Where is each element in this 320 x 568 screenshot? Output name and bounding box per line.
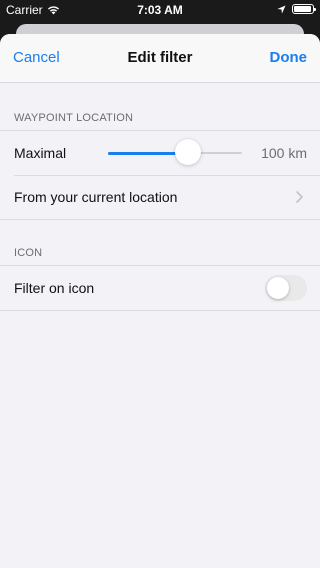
filter-on-icon-row: Filter on icon [0, 266, 320, 310]
slider-thumb[interactable] [175, 139, 202, 165]
filter-on-icon-toggle[interactable] [265, 275, 307, 301]
from-location-label: From your current location [14, 189, 178, 205]
location-arrow-icon [277, 4, 286, 14]
maximal-label: Maximal [14, 145, 67, 161]
navigation-bar: Cancel Edit filter Done [0, 34, 320, 83]
toggle-knob [267, 277, 289, 299]
distance-value: 100 km [261, 145, 307, 161]
waypoint-location-header: WAYPOINT LOCATION [14, 112, 134, 124]
done-button[interactable]: Done [270, 49, 308, 66]
battery-icon [292, 4, 316, 14]
chevron-right-icon [296, 191, 303, 203]
edit-filter-sheet: Cancel Edit filter Done WAYPOINT LOCATIO… [0, 34, 320, 568]
from-current-location-row[interactable]: From your current location [0, 175, 320, 219]
status-time: 7:03 AM [137, 3, 183, 17]
icon-section-header: ICON [14, 247, 43, 259]
status-bar: Carrier 7:03 AM [0, 0, 320, 20]
waypoint-location-group: Maximal 100 km From your current locatio… [0, 130, 320, 220]
maximal-distance-row: Maximal 100 km [0, 131, 320, 175]
filter-on-icon-label: Filter on icon [14, 280, 95, 296]
icon-group: Filter on icon [0, 265, 320, 311]
distance-slider[interactable] [108, 139, 242, 165]
